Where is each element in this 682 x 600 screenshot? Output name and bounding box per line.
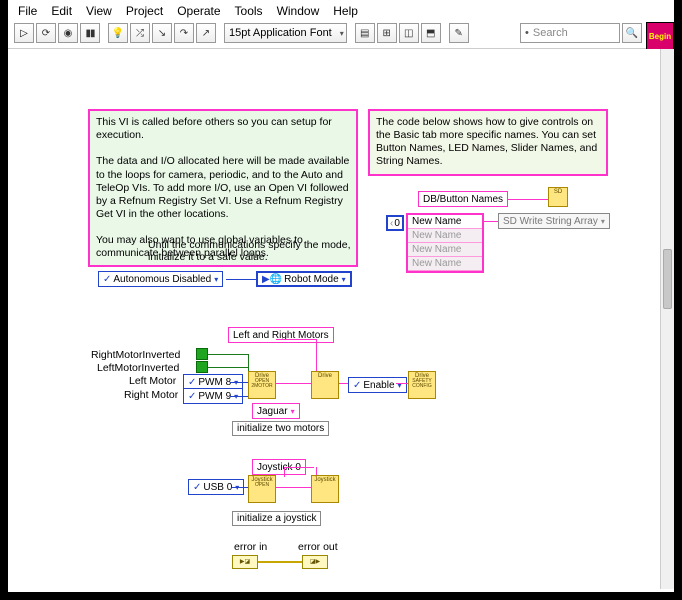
step-out-button[interactable]: ↗ bbox=[196, 23, 216, 43]
comment-init-joystick: initialize a joystick bbox=[232, 511, 321, 526]
menu-window[interactable]: Window bbox=[277, 4, 320, 18]
array-row-2[interactable]: New Name bbox=[408, 243, 482, 257]
vi-drive-open-2motor[interactable]: Drive OPEN 2MOTOR bbox=[248, 371, 276, 399]
comment-controls: The code below shows how to give control… bbox=[368, 109, 608, 176]
polymorphic-sd-write[interactable]: SD Write String Array▾ bbox=[498, 213, 610, 229]
menu-file[interactable]: File bbox=[18, 4, 37, 18]
pause-button[interactable]: ▮▮ bbox=[80, 23, 100, 43]
string-db-button-names[interactable]: DB/Button Names bbox=[418, 191, 508, 207]
highlight-exec-button[interactable]: 💡 bbox=[108, 23, 128, 43]
string-left-right-motors[interactable]: Left and Right Motors bbox=[228, 327, 334, 343]
toolbar: ▷ ⟳ ◉ ▮▮ 💡 ⤮ ↘ ↷ ↗ 15pt Application Font… bbox=[8, 20, 674, 49]
scrollbar-thumb[interactable] bbox=[663, 249, 672, 309]
search-placeholder: Search bbox=[533, 27, 568, 39]
control-error-in[interactable]: ▶◪ bbox=[232, 555, 258, 569]
label-right-motor: Right Motor bbox=[124, 389, 178, 401]
vi-icon-begin: Begin bbox=[646, 22, 674, 50]
cleanup-button[interactable]: ✎ bbox=[449, 23, 469, 43]
step-over-button[interactable]: ↷ bbox=[174, 23, 194, 43]
indicator-error-out[interactable]: ◪▶ bbox=[302, 555, 328, 569]
array-row-3[interactable]: New Name bbox=[408, 257, 482, 271]
menu-tools[interactable]: Tools bbox=[235, 4, 263, 18]
label-right-inverted: RightMotorInverted bbox=[91, 349, 180, 361]
bool-right-inverted[interactable] bbox=[196, 348, 208, 360]
vi-joystick[interactable]: Joystick bbox=[311, 475, 339, 503]
resize-button[interactable]: ◫ bbox=[399, 23, 419, 43]
search-button[interactable]: 🔍 bbox=[622, 23, 642, 43]
reorder-button[interactable]: ⬒ bbox=[421, 23, 441, 43]
vi-drive[interactable]: Drive bbox=[311, 371, 339, 399]
align-button[interactable]: ▤ bbox=[355, 23, 375, 43]
enum-jaguar[interactable]: Jaguar bbox=[252, 403, 300, 419]
font-selector[interactable]: 15pt Application Font bbox=[224, 23, 347, 43]
menu-project[interactable]: Project bbox=[126, 4, 163, 18]
label-left-motor: Left Motor bbox=[129, 375, 176, 387]
bool-left-inverted[interactable] bbox=[196, 361, 208, 373]
label-left-inverted: LeftMotorInverted bbox=[97, 362, 179, 374]
comment-init-motors: initialize two motors bbox=[232, 421, 329, 436]
menu-edit[interactable]: Edit bbox=[51, 4, 72, 18]
run-button[interactable]: ▷ bbox=[14, 23, 34, 43]
array-row-0[interactable]: New Name bbox=[408, 215, 482, 229]
menu-help[interactable]: Help bbox=[333, 4, 358, 18]
run-continuous-button[interactable]: ⟳ bbox=[36, 23, 56, 43]
vi-joystick-open[interactable]: Joystick OPEN bbox=[248, 475, 276, 503]
abort-button[interactable]: ◉ bbox=[58, 23, 78, 43]
menu-view[interactable]: View bbox=[86, 4, 112, 18]
enum-enable[interactable]: ✓Enable bbox=[348, 377, 407, 393]
label-error-out: error out bbox=[298, 541, 338, 553]
vi-sd[interactable]: SD bbox=[548, 187, 568, 207]
comment-mode-note: Until the communications specify the mod… bbox=[148, 239, 378, 263]
distribute-button[interactable]: ⊞ bbox=[377, 23, 397, 43]
vi-drive-safety-config[interactable]: Drive SAFETY CONFIG bbox=[408, 371, 436, 399]
menu-operate[interactable]: Operate bbox=[177, 4, 220, 18]
string-array-constant[interactable]: New Name New Name New Name New Name bbox=[406, 213, 484, 273]
indicator-robot-mode[interactable]: ▶🌐 Robot Mode bbox=[256, 271, 352, 287]
retain-wire-button[interactable]: ⤮ bbox=[130, 23, 150, 43]
block-diagram[interactable]: This VI is called before others so you c… bbox=[8, 49, 674, 589]
label-error-in: error in bbox=[234, 541, 267, 553]
vertical-scrollbar[interactable] bbox=[660, 49, 674, 589]
menu-bar: File Edit View Project Operate Tools Win… bbox=[8, 0, 674, 20]
array-index[interactable]: ‹0 bbox=[386, 215, 404, 231]
search-input[interactable]: • Search bbox=[520, 23, 620, 43]
enum-autonomous-disabled[interactable]: ✓ Autonomous Disabled bbox=[98, 271, 223, 287]
array-row-1[interactable]: New Name bbox=[408, 229, 482, 243]
step-into-button[interactable]: ↘ bbox=[152, 23, 172, 43]
